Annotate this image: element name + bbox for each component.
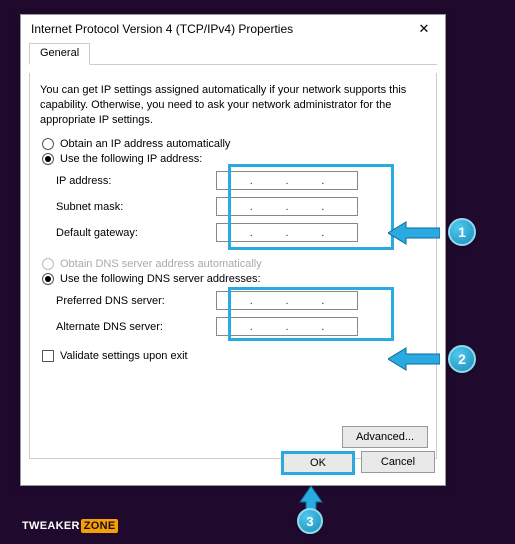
row-alternate-dns: Alternate DNS server: ... xyxy=(56,314,422,340)
ip-fields-block: IP address: ... Subnet mask: ... Default… xyxy=(56,168,422,246)
radio-manual-dns[interactable]: Use the following DNS server addresses: xyxy=(42,273,424,285)
annotation-arrow-1 xyxy=(388,220,440,246)
radio-label: Obtain an IP address automatically xyxy=(60,138,230,150)
dialog-footer: OK Cancel xyxy=(281,451,435,475)
badge-number: 3 xyxy=(306,514,313,529)
field-label: Preferred DNS server: xyxy=(56,295,216,307)
field-label: Alternate DNS server: xyxy=(56,321,216,333)
row-ip-address: IP address: ... xyxy=(56,168,422,194)
badge-number: 1 xyxy=(458,224,466,240)
watermark-part2: ZONE xyxy=(81,519,119,533)
field-label: Default gateway: xyxy=(56,227,216,239)
badge-number: 2 xyxy=(458,351,466,367)
annotation-badge-1: 1 xyxy=(448,218,476,246)
button-label: OK xyxy=(310,457,326,469)
annotation-badge-3: 3 xyxy=(297,508,323,534)
close-icon[interactable]: ✕ xyxy=(409,21,439,37)
alternate-dns-input[interactable]: ... xyxy=(216,317,358,336)
radio-label: Use the following IP address: xyxy=(60,153,202,165)
dns-fields-block: Preferred DNS server: ... Alternate DNS … xyxy=(56,288,422,340)
checkbox-label: Validate settings upon exit xyxy=(60,350,188,362)
tab-label: General xyxy=(40,47,79,59)
dialog-title: Internet Protocol Version 4 (TCP/IPv4) P… xyxy=(31,22,293,36)
field-label: IP address: xyxy=(56,175,216,187)
cancel-button[interactable]: Cancel xyxy=(361,451,435,473)
annotation-badge-2: 2 xyxy=(448,345,476,373)
radio-auto-dns: Obtain DNS server address automatically xyxy=(42,258,424,270)
field-label: Subnet mask: xyxy=(56,201,216,213)
titlebar: Internet Protocol Version 4 (TCP/IPv4) P… xyxy=(21,15,445,43)
radio-icon xyxy=(42,273,54,285)
description-text: You can get IP settings assigned automat… xyxy=(40,83,426,128)
radio-icon xyxy=(42,138,54,150)
tab-general[interactable]: General xyxy=(29,43,90,65)
checkbox-icon xyxy=(42,350,54,362)
ok-button[interactable]: OK xyxy=(281,451,355,475)
radio-auto-ip[interactable]: Obtain an IP address automatically xyxy=(42,138,424,150)
row-preferred-dns: Preferred DNS server: ... xyxy=(56,288,422,314)
watermark-part1: TWEAKER xyxy=(22,520,80,532)
subnet-mask-input[interactable]: ... xyxy=(216,197,358,216)
radio-label: Obtain DNS server address automatically xyxy=(60,258,262,270)
button-label: Cancel xyxy=(381,456,415,468)
row-default-gateway: Default gateway: ... xyxy=(56,220,422,246)
radio-icon xyxy=(42,153,54,165)
tabstrip: General xyxy=(29,43,437,65)
ip-address-input[interactable]: ... xyxy=(216,171,358,190)
watermark: TWEAKERZONE xyxy=(22,520,118,532)
advanced-button[interactable]: Advanced... xyxy=(342,426,428,448)
button-label: Advanced... xyxy=(356,431,414,443)
validate-checkbox-row[interactable]: Validate settings upon exit xyxy=(42,350,424,362)
radio-manual-ip[interactable]: Use the following IP address: xyxy=(42,153,424,165)
default-gateway-input[interactable]: ... xyxy=(216,223,358,242)
tab-panel: You can get IP settings assigned automat… xyxy=(29,73,437,459)
annotation-arrow-2 xyxy=(388,346,440,372)
preferred-dns-input[interactable]: ... xyxy=(216,291,358,310)
radio-label: Use the following DNS server addresses: xyxy=(60,273,261,285)
row-subnet-mask: Subnet mask: ... xyxy=(56,194,422,220)
radio-icon xyxy=(42,258,54,270)
properties-dialog: Internet Protocol Version 4 (TCP/IPv4) P… xyxy=(20,14,446,486)
